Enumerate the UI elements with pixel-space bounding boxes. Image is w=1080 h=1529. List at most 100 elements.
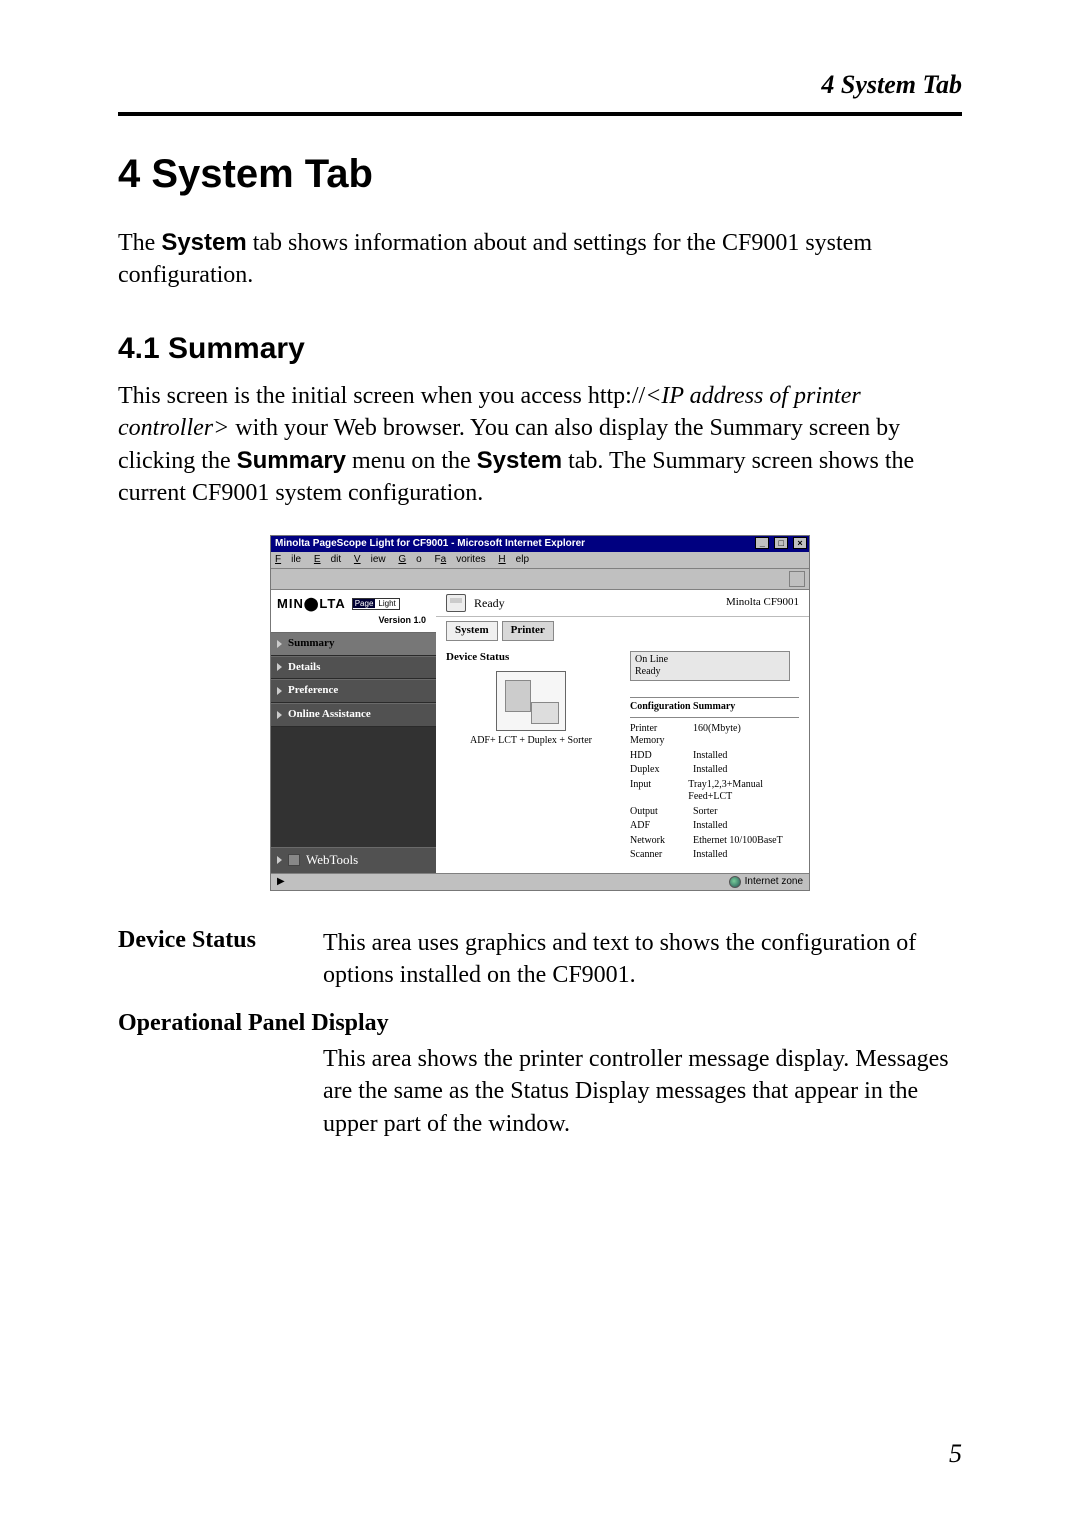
printer-icon	[446, 594, 466, 612]
maximize-icon[interactable]: □	[774, 537, 788, 549]
conf-row: ADF Installed	[630, 819, 799, 834]
sidebar-nav: Summary Details Preference Online Assist…	[271, 632, 436, 848]
sidebar-label-online-assistance: Online Assistance	[288, 708, 371, 722]
conf-key: Scanner	[630, 849, 685, 862]
conf-key: Duplex	[630, 764, 685, 777]
conf-row: Input Tray1,2,3+Manual Feed+LCT	[630, 778, 799, 805]
globe-icon	[729, 876, 741, 888]
device-illustration	[496, 671, 566, 731]
conf-val: Installed	[693, 820, 727, 833]
sidebar-item-webtools[interactable]: WebTools	[271, 847, 436, 872]
sidebar-label-summary: Summary	[288, 637, 334, 651]
definition-list: Device Status This area uses graphics an…	[118, 927, 962, 1140]
configuration-summary-heading: Configuration Summary	[630, 697, 799, 718]
def-text-operational-panel: This area shows the printer controller m…	[323, 1043, 962, 1140]
menu-file[interactable]: FFileile	[275, 554, 301, 565]
badge-right: Light	[375, 599, 398, 608]
status-ready: Ready	[474, 596, 505, 611]
window-titlebar: Minolta PageScope Light for CF9001 - Mic…	[271, 536, 809, 552]
panel-line-2: Ready	[635, 666, 785, 678]
badge-left: Page	[353, 599, 376, 608]
statusbar-zone: Internet zone	[729, 876, 803, 889]
device-status-block: Device Status ADF+ LCT + Duplex + Sorter	[446, 651, 616, 863]
menu-help[interactable]: Help	[498, 554, 529, 565]
statusbar-left: ▶	[277, 876, 285, 889]
sidebar-label-details: Details	[288, 661, 320, 675]
def-text-device-status: This area uses graphics and text to show…	[323, 927, 962, 992]
p2-text-3: menu on the	[346, 448, 477, 474]
conf-row: NetworkEthernet 10/100BaseT	[630, 834, 799, 849]
operational-panel-display: On Line Ready	[630, 651, 790, 681]
page-content: MIN⬤LTA PageLight Version 1.0 Summary De…	[271, 590, 809, 872]
sidebar-item-summary[interactable]: Summary	[271, 632, 436, 656]
sidebar-logo-area: MIN⬤LTA PageLight Version 1.0	[271, 590, 436, 632]
ie-logo-icon	[789, 571, 805, 587]
chevron-right-icon	[277, 640, 282, 648]
menu-go[interactable]: Go	[398, 554, 421, 565]
device-caption: ADF+ LCT + Duplex + Sorter	[446, 735, 616, 748]
tab-bar: System Printer	[436, 617, 809, 647]
header-rule	[118, 112, 962, 116]
chevron-right-icon	[277, 856, 282, 864]
main-pane: Ready Minolta CF9001 System Printer Devi…	[436, 590, 809, 872]
pagescope-badge: PageLight	[352, 598, 400, 610]
chevron-right-icon	[277, 663, 282, 671]
minolta-logo: MIN⬤LTA	[277, 596, 346, 612]
conf-val: 160(Mbyte)	[693, 723, 741, 748]
conf-key: ADF	[630, 820, 685, 833]
ie-toolbar	[271, 569, 809, 590]
intro-paragraph: The System tab shows information about a…	[118, 227, 962, 292]
sidebar: MIN⬤LTA PageLight Version 1.0 Summary De…	[271, 590, 436, 872]
intro-text-1: The	[118, 230, 161, 256]
p2-bold-summary: Summary	[237, 447, 346, 474]
model-name: Minolta CF9001	[726, 596, 799, 610]
sidebar-label-webtools: WebTools	[306, 852, 358, 868]
sidebar-item-online-assistance[interactable]: Online Assistance	[271, 703, 436, 727]
tab-printer[interactable]: Printer	[502, 621, 554, 641]
conf-key: Network	[630, 835, 685, 848]
sidebar-label-preference: Preference	[288, 684, 338, 698]
page-number: 5	[949, 1439, 962, 1469]
conf-val: Installed	[693, 750, 727, 763]
menu-favorites[interactable]: Favorites	[435, 554, 486, 565]
conf-row: Printer Memory160(Mbyte)	[630, 722, 799, 749]
screenshot-figure: Minolta PageScope Light for CF9001 - Mic…	[270, 535, 810, 891]
panel-line-1: On Line	[635, 654, 785, 666]
tab-body: Device Status ADF+ LCT + Duplex + Sorter…	[436, 647, 809, 873]
webtools-icon	[288, 854, 300, 866]
section-heading: 4.1 Summary	[118, 332, 962, 366]
p2-text-1: This screen is the initial screen when y…	[118, 383, 645, 409]
summary-paragraph: This screen is the initial screen when y…	[118, 380, 962, 510]
conf-key: Input	[630, 779, 680, 804]
device-status-heading: Device Status	[446, 651, 616, 665]
intro-bold-system: System	[161, 229, 246, 256]
conf-val: Tray1,2,3+Manual Feed+LCT	[688, 779, 799, 804]
conf-row: OutputSorter	[630, 805, 799, 820]
close-icon[interactable]: ×	[793, 537, 807, 549]
sidebar-item-preference[interactable]: Preference	[271, 679, 436, 703]
conf-val: Sorter	[693, 806, 717, 819]
p2-bold-system: System	[477, 447, 562, 474]
window-title: Minolta PageScope Light for CF9001 - Mic…	[275, 538, 585, 551]
sidebar-item-details[interactable]: Details	[271, 656, 436, 680]
menu-view[interactable]: View	[354, 554, 386, 565]
definition-device-status: Device Status This area uses graphics an…	[118, 927, 962, 992]
chevron-right-icon	[277, 711, 282, 719]
minimize-icon[interactable]: _	[755, 537, 769, 549]
menubar: FFileile Edit View Go Favorites Help	[271, 552, 809, 570]
tab-system[interactable]: System	[446, 621, 498, 641]
titlebar-buttons: _ □ ×	[753, 537, 807, 551]
chapter-heading: 4 System Tab	[118, 152, 962, 197]
conf-row: Duplex Installed	[630, 763, 799, 778]
def-term-operational-panel: Operational Panel Display	[118, 1010, 962, 1037]
ie-statusbar: ▶ Internet zone	[271, 873, 809, 891]
def-term-device-status: Device Status	[118, 927, 323, 992]
running-header: 4 System Tab	[118, 70, 962, 100]
conf-val: Installed	[693, 764, 727, 777]
status-header: Ready Minolta CF9001	[436, 590, 809, 617]
menu-edit[interactable]: Edit	[314, 554, 341, 565]
right-column: On Line Ready Configuration Summary Prin…	[630, 651, 799, 863]
conf-key: HDD	[630, 750, 685, 763]
conf-row: ScannerInstalled	[630, 848, 799, 863]
chevron-right-icon	[277, 687, 282, 695]
